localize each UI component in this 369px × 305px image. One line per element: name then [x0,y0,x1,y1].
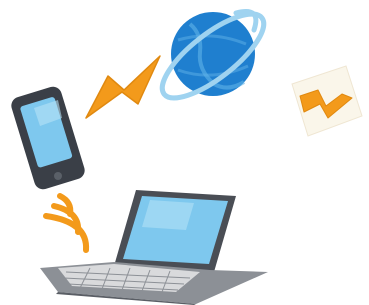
wireless-signal-icon [43,193,90,253]
globe-icon [159,8,267,101]
network-illustration [0,0,369,305]
laptop-icon [40,190,268,305]
lightning-bolt-icon [291,65,363,137]
lightning-bolt-icon [85,55,161,119]
illustration-canvas [11,8,363,305]
smartphone-icon [11,86,85,190]
